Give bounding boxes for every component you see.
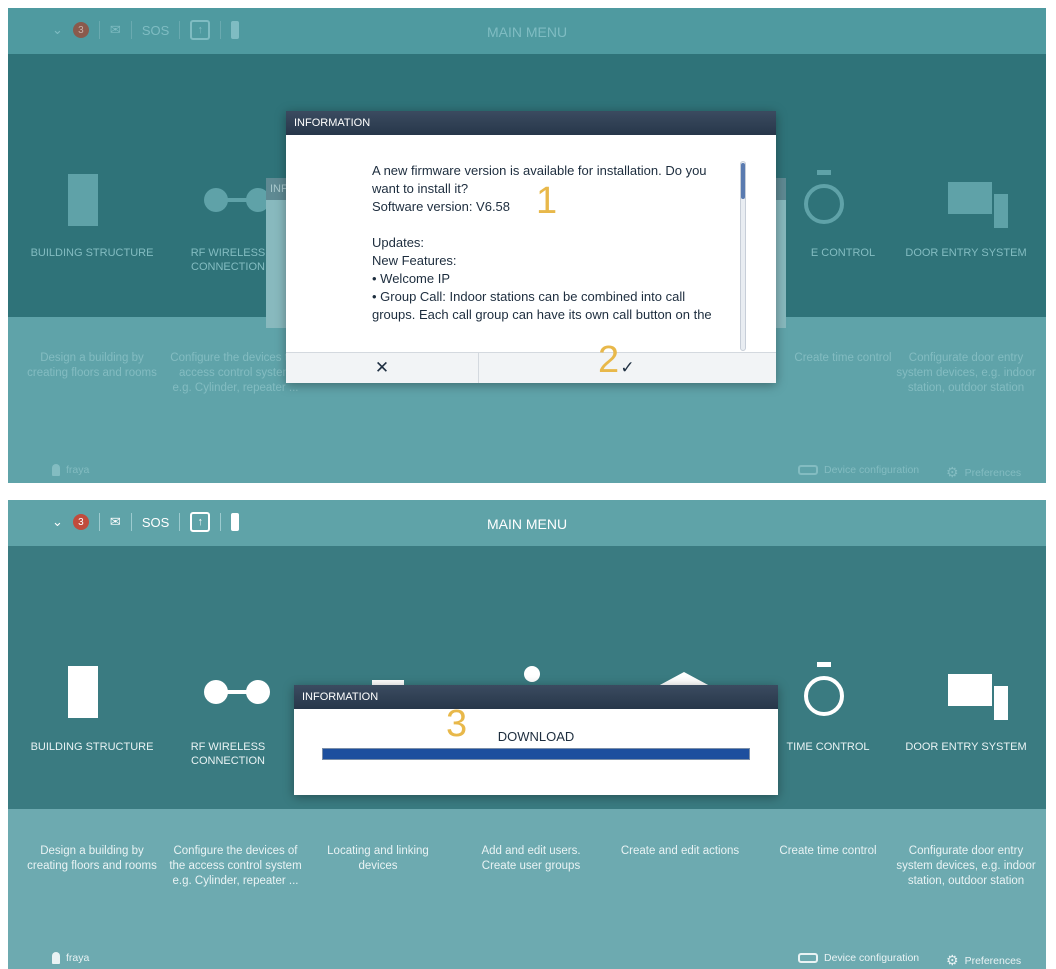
device-configuration-label: Device configuration bbox=[824, 464, 920, 476]
gear-icon: ⚙ bbox=[946, 464, 959, 480]
message-line: • Welcome IP bbox=[372, 271, 450, 286]
tile-rf-desc: Configure the devices of the access cont… bbox=[169, 845, 302, 887]
message-line: New Features: bbox=[372, 253, 457, 268]
tile-building-desc: Design a building by creating floors and… bbox=[27, 845, 157, 872]
user-icon bbox=[524, 666, 540, 682]
user-indicator[interactable]: fraya bbox=[52, 464, 89, 476]
screenshot-download-progress: ⌄ 3 ✉ SOS ↑ MAIN MENU BUILDING STRUCTURE… bbox=[8, 500, 1046, 969]
message-line: groups. Each call group can have its own… bbox=[372, 307, 712, 322]
screenshot-firmware-prompt: ⌄ 3 ✉ SOS ↑ MAIN MENU BUILDING STRUCTURE… bbox=[8, 8, 1046, 483]
message-line: Updates: bbox=[372, 235, 425, 250]
tile-building-structure-label[interactable]: BUILDING STRUCTURE bbox=[22, 740, 162, 754]
preferences-link[interactable]: ⚙ Preferences bbox=[946, 952, 1021, 969]
preferences-link[interactable]: ⚙ Preferences bbox=[946, 464, 1021, 481]
tile-time-control-label[interactable]: TIME CONTROL bbox=[758, 740, 898, 754]
device-config-icon bbox=[798, 465, 818, 475]
download-progress-fill bbox=[323, 749, 749, 759]
tile-building-structure-label[interactable]: BUILDING STRUCTURE bbox=[22, 246, 162, 260]
dialog-title: INFORMATION bbox=[294, 685, 778, 709]
door-entry-icon bbox=[948, 182, 1008, 228]
cancel-button[interactable]: ✕ bbox=[286, 353, 478, 383]
user-indicator[interactable]: fraya bbox=[52, 952, 89, 964]
tile-time-control-label[interactable]: E CONTROL bbox=[773, 246, 913, 260]
message-line: A new firmware version is available for … bbox=[372, 163, 707, 178]
rf-connection-icon bbox=[204, 680, 270, 704]
download-dialog: INFORMATION DOWNLOAD bbox=[294, 685, 778, 795]
device-configuration-link[interactable]: Device configuration bbox=[798, 952, 919, 964]
download-progress-bar bbox=[322, 748, 750, 760]
preferences-label: Preferences bbox=[964, 954, 1022, 967]
gear-icon: ⚙ bbox=[946, 952, 959, 968]
top-bar: ⌄ 3 ✉ SOS ↑ MAIN MENU bbox=[8, 500, 1046, 546]
tile-time-desc: Create time control bbox=[794, 352, 892, 364]
tile-rf-label-1[interactable]: RF WIRELESS bbox=[158, 740, 298, 754]
device-config-icon bbox=[798, 953, 818, 963]
annotation-marker-1: 1 bbox=[536, 180, 558, 222]
stopwatch-icon bbox=[804, 170, 844, 224]
user-icon bbox=[52, 952, 60, 964]
door-entry-icon bbox=[948, 674, 1008, 720]
scrollbar[interactable] bbox=[740, 161, 746, 351]
device-configuration-label: Device configuration bbox=[824, 952, 920, 964]
building-icon bbox=[68, 174, 98, 226]
tile-door-entry-label[interactable]: DOOR ENTRY SYSTEM bbox=[896, 246, 1036, 260]
user-name: fraya bbox=[66, 952, 90, 964]
roof-icon bbox=[658, 672, 710, 686]
device-configuration-link[interactable]: Device configuration bbox=[798, 464, 919, 476]
scrollbar-thumb[interactable] bbox=[741, 163, 745, 199]
dialog-message[interactable]: A new firmware version is available for … bbox=[286, 135, 776, 352]
tile-users-desc: Add and edit users. Create user groups bbox=[481, 845, 581, 872]
download-status: DOWNLOAD bbox=[497, 729, 575, 744]
firmware-info-dialog: INFORMATION A new firmware version is av… bbox=[286, 111, 776, 383]
page-title: MAIN MENU bbox=[486, 516, 568, 532]
tile-time-desc: Create time control bbox=[779, 845, 877, 857]
user-name: fraya bbox=[66, 464, 90, 476]
annotation-marker-3: 3 bbox=[446, 703, 468, 745]
annotation-marker-2: 2 bbox=[598, 339, 620, 381]
tile-actions-desc: Create and edit actions bbox=[620, 845, 740, 857]
descriptions-band bbox=[8, 809, 1046, 969]
tile-rf-desc: Configure the devices the access control… bbox=[170, 352, 301, 394]
tile-building-desc: Design a building by creating floors and… bbox=[27, 352, 157, 379]
user-icon bbox=[52, 464, 60, 476]
stopwatch-icon bbox=[804, 662, 844, 716]
message-line: • Group Call: Indoor stations can be com… bbox=[372, 289, 686, 304]
preferences-label: Preferences bbox=[964, 466, 1022, 479]
top-bar: ⌄ 3 ✉ SOS ↑ MAIN MENU bbox=[8, 8, 1046, 54]
confirm-button[interactable]: ✓ bbox=[478, 353, 776, 383]
dialog-title: INFORMATION bbox=[286, 111, 776, 135]
tile-locating-desc: Locating and linking devices bbox=[327, 845, 429, 872]
page-title: MAIN MENU bbox=[486, 24, 568, 40]
dialog-buttons: ✕ ✓ bbox=[286, 352, 776, 383]
tile-door-entry-label[interactable]: DOOR ENTRY SYSTEM bbox=[896, 740, 1036, 754]
tile-door-desc: Configurate door entry system devices, e… bbox=[896, 352, 1036, 394]
tile-door-desc: Configurate door entry system devices, e… bbox=[896, 845, 1036, 887]
tile-rf-label-2[interactable]: CONNECTION bbox=[158, 754, 298, 768]
rf-connection-icon bbox=[204, 188, 270, 212]
building-icon bbox=[68, 666, 98, 718]
